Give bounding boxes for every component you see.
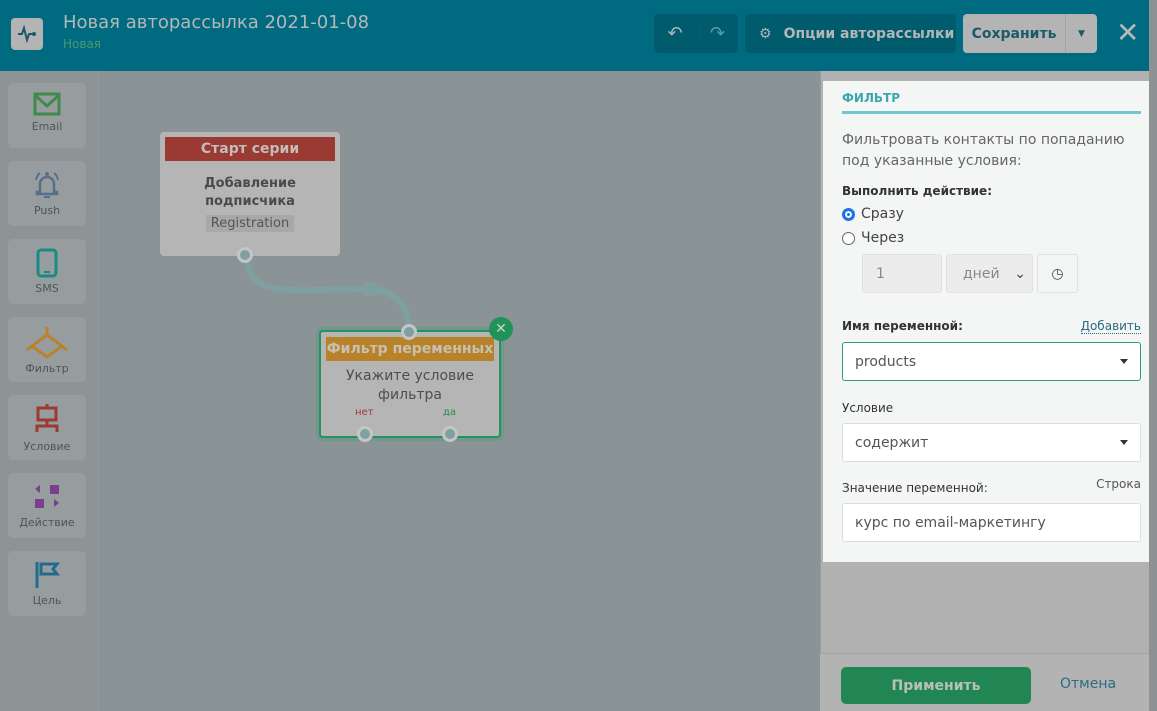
var-value-input[interactable]: курс по email-маркетингу	[842, 503, 1141, 542]
start-node-header: Старт серии	[165, 137, 335, 161]
no-port[interactable]	[357, 426, 373, 442]
filter-node-body: Укажите условие фильтра	[346, 368, 474, 403]
panel-description: Фильтровать контакты по попаданию под ук…	[842, 132, 1125, 169]
condition-label: Условие	[842, 401, 1141, 415]
condition-select[interactable]: содержит	[842, 423, 1141, 462]
cancel-link[interactable]: Отмена	[1060, 676, 1116, 692]
no-label: нет	[355, 407, 374, 418]
delay-input[interactable]: 1	[862, 254, 942, 293]
yes-label: да	[443, 407, 457, 418]
var-value-label: Значение переменной: Строка	[842, 477, 1141, 495]
save-button-group: Сохранить ▼	[963, 14, 1097, 53]
start-node-tag: Registration	[205, 215, 295, 232]
condition-label-text: Условие	[842, 401, 894, 415]
panel-title: ФИЛЬТР	[842, 81, 1141, 114]
var-value-label-text: Значение переменной:	[842, 481, 988, 495]
save-dropdown-icon[interactable]: ▼	[1066, 14, 1097, 53]
var-name-label-text: Имя переменной:	[842, 319, 963, 333]
var-name-value: products	[855, 353, 917, 370]
panel-footer: Применить Отмена	[820, 653, 1149, 711]
clock-icon[interactable]: ◷	[1037, 254, 1078, 293]
filter-settings-panel: ФИЛЬТР Фильтровать контакты по попаданию…	[823, 81, 1149, 562]
radio-after-button[interactable]	[842, 231, 855, 245]
delete-node-icon[interactable]: ✕	[489, 317, 513, 341]
filter-node-header: Фильтр переменных	[326, 337, 494, 361]
action-label: Выполнить действие:	[842, 184, 1141, 198]
caret-down-icon	[1120, 440, 1128, 445]
radio-after-label: Через	[861, 230, 905, 246]
start-node-title: Добавление подписчика	[204, 176, 296, 209]
save-button[interactable]: Сохранить	[963, 14, 1066, 53]
scrollbar	[1149, 0, 1157, 711]
caret-down-icon	[1120, 359, 1128, 364]
start-node[interactable]: Старт серии Добавление подписчика Regist…	[160, 132, 340, 263]
radio-now-button[interactable]	[842, 207, 855, 221]
condition-value: содержит	[855, 434, 929, 451]
close-icon[interactable]: ✕	[1116, 16, 1139, 49]
input-port[interactable]	[401, 324, 417, 340]
yes-port[interactable]	[442, 426, 458, 442]
var-type-label: Строка	[1096, 477, 1141, 491]
output-port[interactable]	[237, 247, 253, 263]
radio-after[interactable]: Через	[842, 230, 1141, 246]
var-name-label: Имя переменной: Добавить	[842, 319, 1141, 334]
var-name-select[interactable]: products	[842, 342, 1141, 381]
delay-unit-value: дней	[963, 265, 1000, 282]
delay-unit-select[interactable]: дней ⌄	[946, 254, 1033, 293]
radio-now[interactable]: Сразу	[842, 206, 1141, 222]
action-label-text: Выполнить действие:	[842, 184, 992, 198]
filter-node[interactable]: Фильтр переменных Укажите условие фильтр…	[319, 324, 501, 442]
delay-row: 1 дней ⌄ ◷	[862, 254, 1141, 293]
add-variable-link[interactable]: Добавить	[1080, 319, 1141, 334]
apply-button[interactable]: Применить	[841, 667, 1031, 704]
radio-now-label: Сразу	[861, 206, 904, 222]
